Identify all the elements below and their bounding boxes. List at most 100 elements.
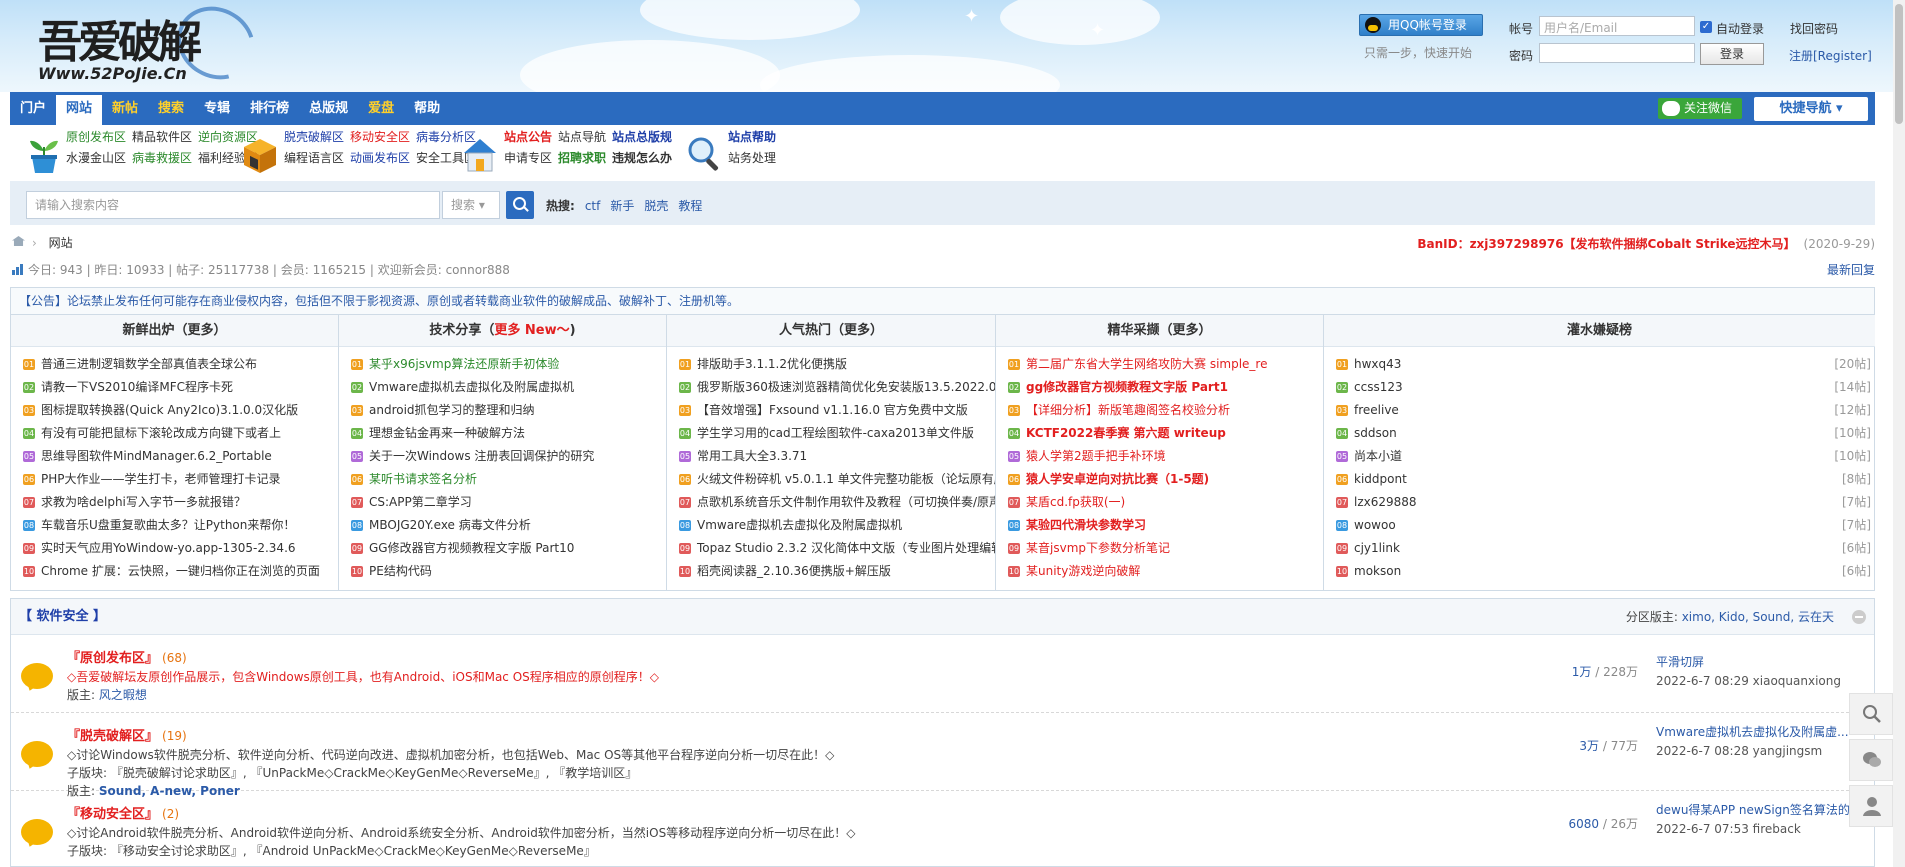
thread-title[interactable]: 常用工具大全3.3.71 — [697, 449, 807, 463]
thread-title[interactable]: lzx629888 — [1354, 495, 1417, 509]
quick-link[interactable]: 编程语言区 — [284, 151, 344, 165]
hot-search-word[interactable]: ctf — [585, 199, 601, 213]
thread-title[interactable]: 车载音乐U盘重复歌曲太多？让Python来帮你！ — [41, 518, 295, 532]
thread-item[interactable]: 04 sddson [10帖] — [1324, 422, 1875, 445]
thread-title[interactable]: 某unity游戏逆向破解 — [1026, 564, 1140, 578]
thread-item[interactable]: 08 MBOJG20Y.exe 病毒文件分析 — [339, 514, 666, 537]
thread-item[interactable]: 02 俄罗斯版360极速浏览器精简优化免安装版13.5.2022.0 — [667, 376, 995, 399]
thread-item[interactable]: 08 Vmware虚拟机去虚拟化及附属虚拟机 — [667, 514, 995, 537]
section-title[interactable]: 【 软件安全 】 — [19, 609, 106, 624]
thread-title[interactable]: 稻壳阅读器_2.10.36便携版+解压版 — [697, 564, 891, 578]
forum-subforums[interactable]: 子版块: 『脱壳破解讨论求助区』, 『UnPackMe◇CrackMe◇KeyG… — [67, 764, 637, 781]
thread-title[interactable]: KCTF2022春季赛 第六题 writeup — [1026, 426, 1226, 440]
float-search-button[interactable] — [1849, 693, 1893, 735]
quick-link[interactable]: 站点公告 — [504, 130, 552, 144]
site-logo[interactable]: 吾爱破解 Www.52PoJie.Cn — [26, 0, 276, 92]
column-header[interactable]: 灌水嫌疑榜 — [1324, 315, 1875, 347]
thread-item[interactable]: 04 理想金钻金再来一种破解方法 — [339, 422, 666, 445]
column-header[interactable]: 技术分享（更多 New～) — [339, 315, 666, 347]
thread-title[interactable]: Chrome 扩展：云快照，一键归档你正在浏览的页面 — [41, 564, 320, 578]
thread-title[interactable]: 请教一下VS2010编译MFC程序卡死 — [41, 380, 233, 394]
thread-item[interactable]: 02 Vmware虚拟机去虚拟化及附属虚拟机 — [339, 376, 666, 399]
thread-item[interactable]: 10 Chrome 扩展：云快照，一键归档你正在浏览的页面 — [11, 560, 338, 583]
thread-title[interactable]: android抓包学习的整理和归纳 — [369, 403, 535, 417]
thread-title[interactable]: 某乎x96jsvmp算法还原新手初体验 — [369, 357, 559, 371]
thread-title[interactable]: 求教为啥delphi写入字节一多就报错？ — [41, 495, 246, 509]
hot-search-word[interactable]: 新手 — [610, 199, 634, 213]
thread-title[interactable]: kiddpont — [1354, 472, 1407, 486]
thread-item[interactable]: 08 wowoo [7帖] — [1324, 514, 1875, 537]
thread-item[interactable]: 03 图标提取转换器(Quick Any2Ico)3.1.0.0汉化版 — [11, 399, 338, 422]
login-button[interactable]: 登录 — [1700, 43, 1764, 65]
thread-title[interactable]: 理想金钻金再来一种破解方法 — [369, 426, 525, 440]
thread-title[interactable]: 点歌机系统音乐文件制作用软件及教程（可切换伴奏/原声） — [697, 495, 995, 509]
quick-link[interactable]: 原创发布区 — [66, 130, 126, 144]
quick-link[interactable]: 移动安全区 — [350, 130, 410, 144]
quick-link[interactable]: 病毒救援区 — [132, 151, 192, 165]
thread-item[interactable]: 10 PE结构代码 — [339, 560, 666, 583]
thread-item[interactable]: 05 猿人学第2题手把手补环境 — [996, 445, 1323, 468]
thread-item[interactable]: 05 关于一次Windows 注册表回调保护的研究 — [339, 445, 666, 468]
forum-name-link[interactable]: 『原创发布区』 — [67, 651, 158, 666]
thread-item[interactable]: 07 CS:APP第二章学习 — [339, 491, 666, 514]
thread-item[interactable]: 01 排版助手3.1.1.2优化便携版 — [667, 353, 995, 376]
hot-search-word[interactable]: 教程 — [678, 199, 702, 213]
nav-item[interactable]: 帮助 — [404, 92, 450, 125]
thread-item[interactable]: 09 Topaz Studio 2.3.2 汉化简体中文版（专业图片处理编辑软件） — [667, 537, 995, 560]
thread-title[interactable]: 第二届广东省大学生网络攻防大赛 simple_re — [1026, 357, 1267, 371]
ban-id-link[interactable]: BanID：zxj397298976【发布软件捆绑Cobalt Strike远控… — [1417, 237, 1795, 251]
thread-item[interactable]: 06 火绒文件粉碎机 v5.0.1.1 单文件完整功能板（论坛原有版本功能 — [667, 468, 995, 491]
thread-item[interactable]: 07 求教为啥delphi写入字节一多就报错？ — [11, 491, 338, 514]
nav-item[interactable]: 专辑 — [194, 92, 240, 125]
thread-item[interactable]: 04 KCTF2022春季赛 第六题 writeup — [996, 422, 1323, 445]
thread-title[interactable]: gg修改器官方视频教程文字版 Part1 — [1026, 380, 1228, 394]
thread-item[interactable]: 07 点歌机系统音乐文件制作用软件及教程（可切换伴奏/原声） — [667, 491, 995, 514]
thread-title[interactable]: Vmware虚拟机去虚拟化及附属虚拟机 — [369, 380, 574, 394]
thread-item[interactable]: 05 思维导图软件MindManager.6.2_Portable — [11, 445, 338, 468]
qq-login-button[interactable]: 用QQ帐号登录 — [1359, 14, 1483, 36]
thread-title[interactable]: 关于一次Windows 注册表回调保护的研究 — [369, 449, 594, 463]
thread-title[interactable]: MBOJG20Y.exe 病毒文件分析 — [369, 518, 531, 532]
thread-item[interactable]: 01 第二届广东省大学生网络攻防大赛 simple_re — [996, 353, 1323, 376]
quick-link[interactable]: 违规怎么办 — [612, 151, 672, 165]
thread-item[interactable]: 01 某乎x96jsvmp算法还原新手初体验 — [339, 353, 666, 376]
thread-item[interactable]: 02 请教一下VS2010编译MFC程序卡死 — [11, 376, 338, 399]
thread-item[interactable]: 07 某盾cd.fp获取(一) — [996, 491, 1323, 514]
section-moderators-names[interactable]: ximo, Kido, Sound, 云在天 — [1682, 610, 1834, 624]
thread-title[interactable]: 某验四代滑块参数学习 — [1026, 518, 1146, 532]
thread-title[interactable]: 猿人学安卓逆向对抗比赛（1-5题) — [1026, 472, 1209, 486]
newest-replies-link[interactable]: 最新回复 — [1827, 261, 1875, 278]
quick-link[interactable]: 水漫金山区 — [66, 151, 126, 165]
thread-item[interactable]: 03 android抓包学习的整理和归纳 — [339, 399, 666, 422]
forum-name-link[interactable]: 『脱壳破解区』 — [67, 729, 158, 744]
scrollbar-thumb[interactable] — [1895, 4, 1903, 124]
register-link[interactable]: 注册[Register] — [1789, 47, 1872, 64]
thread-item[interactable]: 10 某unity游戏逆向破解 — [996, 560, 1323, 583]
nav-item[interactable]: 搜索 — [148, 92, 194, 125]
thread-title[interactable]: 尚本小道 — [1354, 449, 1402, 463]
breadcrumb-current[interactable]: 网站 — [49, 236, 73, 250]
thread-item[interactable]: 03 freelive [12帖] — [1324, 399, 1875, 422]
thread-title[interactable]: 普通三进制逻辑数学全部真值表全球公布 — [41, 357, 257, 371]
search-input[interactable]: 请输入搜索内容 — [26, 191, 440, 219]
thread-item[interactable]: 09 实时天气应用YoWindow-yo.app-1305-2.34.6 — [11, 537, 338, 560]
thread-title[interactable]: 某音jsvmp下参数分析笔记 — [1026, 541, 1170, 555]
thread-title[interactable]: PHP大作业——学生打卡，老师管理打卡记录 — [41, 472, 281, 486]
last-post-title[interactable]: Vmware虚拟机去虚拟化及附属虚... — [1656, 723, 1866, 742]
wechat-follow-button[interactable]: 关注微信 — [1658, 98, 1742, 119]
forum-subforums[interactable]: 子版块: 『移动安全讨论求助区』, 『Android UnPackMe◇Crac… — [67, 842, 596, 859]
column-header[interactable]: 人气热门（更多） — [667, 315, 995, 347]
thread-item[interactable]: 10 mokson [6帖] — [1324, 560, 1875, 583]
nav-item[interactable]: 门户 — [10, 92, 56, 125]
thread-title[interactable]: hwxq43 — [1354, 357, 1401, 371]
nav-item[interactable]: 总版规 — [299, 92, 358, 125]
thread-item[interactable]: 01 普通三进制逻辑数学全部真值表全球公布 — [11, 353, 338, 376]
announcement[interactable]: 【公告】论坛禁止发布任何可能存在商业侵权内容，包括但不限于影视资源、原创或者转载… — [10, 287, 1875, 315]
thread-item[interactable]: 09 cjy1link [6帖] — [1324, 537, 1875, 560]
thread-item[interactable]: 09 某音jsvmp下参数分析笔记 — [996, 537, 1323, 560]
quick-link[interactable]: 站点帮助 — [728, 130, 776, 144]
thread-item[interactable]: 04 学生学习用的cad工程绘图软件-caxa2013单文件版 — [667, 422, 995, 445]
thread-item[interactable]: 06 PHP大作业——学生打卡，老师管理打卡记录 — [11, 468, 338, 491]
thread-item[interactable]: 10 稻壳阅读器_2.10.36便携版+解压版 — [667, 560, 995, 583]
nav-item[interactable]: 新帖 — [102, 92, 148, 125]
